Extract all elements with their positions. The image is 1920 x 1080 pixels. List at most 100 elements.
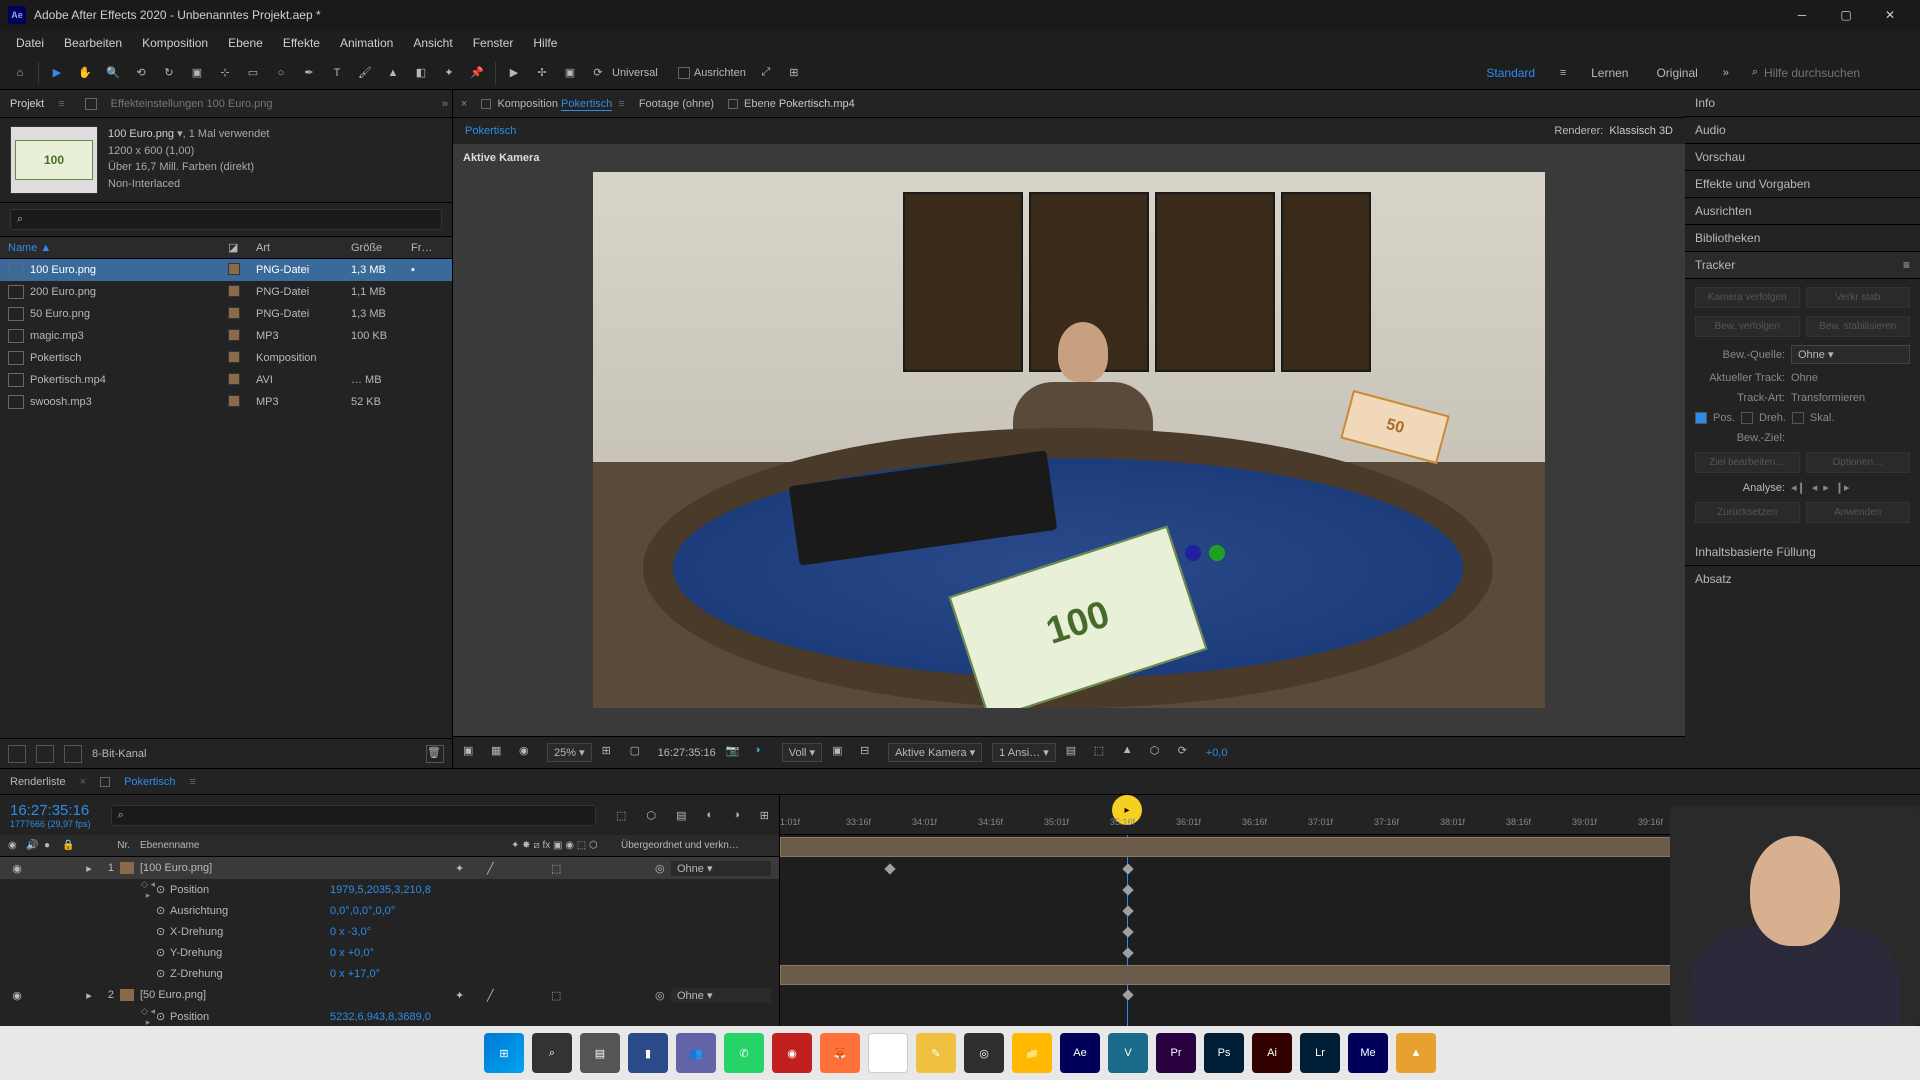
panel-absatz[interactable]: Absatz bbox=[1685, 566, 1920, 592]
rotation-checkbox[interactable] bbox=[1741, 412, 1753, 424]
menu-hilfe[interactable]: Hilfe bbox=[523, 32, 567, 54]
analyze-back1-icon[interactable]: ◂❙ bbox=[1791, 481, 1806, 494]
lightroom-icon[interactable]: Lr bbox=[1300, 1033, 1340, 1073]
col-type[interactable]: Art bbox=[256, 242, 351, 254]
layer-property[interactable]: ⊙Y-Drehung0 x +0,0° bbox=[0, 942, 779, 963]
project-item[interactable]: 100 Euro.pngPNG-Datei1,3 MB▪ bbox=[0, 259, 452, 281]
task-view-icon[interactable]: ▤ bbox=[580, 1033, 620, 1073]
pan-behind-tool[interactable]: ⊹ bbox=[212, 60, 238, 86]
comp-mini-flowchart-icon[interactable]: ⬚ bbox=[616, 809, 626, 822]
after-effects-icon[interactable]: Ae bbox=[1060, 1033, 1100, 1073]
panel-effekte[interactable]: Effekte und Vorgaben bbox=[1685, 171, 1920, 198]
layer-property[interactable]: ◇ ◂ ▸⊙Position5232,6,943,8,3689,0 bbox=[0, 1006, 779, 1027]
channel-icon[interactable]: ◑ bbox=[754, 744, 772, 762]
start-button[interactable]: ⊞ bbox=[484, 1033, 524, 1073]
reset-button[interactable]: Zurücksetzen bbox=[1695, 502, 1800, 523]
workspace-standard[interactable]: Standard bbox=[1472, 66, 1549, 80]
teams-icon[interactable]: 👥 bbox=[676, 1033, 716, 1073]
layer-property[interactable]: ◇ ◂ ▸⊙Position1979,5,2035,3,210,8 bbox=[0, 879, 779, 900]
menu-ansicht[interactable]: Ansicht bbox=[403, 32, 462, 54]
local-axis-button[interactable]: ▶ bbox=[501, 60, 527, 86]
menu-komposition[interactable]: Komposition bbox=[132, 32, 218, 54]
project-item[interactable]: PokertischKomposition bbox=[0, 347, 452, 369]
text-tool[interactable]: T bbox=[324, 60, 350, 86]
numviews-dropdown[interactable]: 1 Ansi… ▾ bbox=[992, 743, 1056, 762]
col-tag[interactable]: ◪ bbox=[228, 241, 256, 254]
apply-button[interactable]: Anwenden bbox=[1806, 502, 1911, 523]
edit-target-button[interactable]: Ziel bearbeiten… bbox=[1695, 452, 1800, 473]
track-motion-button[interactable]: Bew. verfolgen bbox=[1695, 316, 1800, 337]
timeline-icon[interactable]: ⊟ bbox=[860, 744, 878, 762]
premiere-icon[interactable]: Pr bbox=[1156, 1033, 1196, 1073]
menu-ebene[interactable]: Ebene bbox=[218, 32, 273, 54]
draft3d-toggle-icon[interactable]: ⬡ bbox=[646, 809, 656, 822]
illustrator-icon[interactable]: Ai bbox=[1252, 1033, 1292, 1073]
brush-tool[interactable]: 🖌 bbox=[352, 60, 378, 86]
resolution-dropdown[interactable]: Voll ▾ bbox=[782, 743, 822, 762]
project-search[interactable]: ⌕ bbox=[10, 209, 442, 230]
orbit-tool[interactable]: ⟲ bbox=[128, 60, 154, 86]
ellipse-tool[interactable]: ○ bbox=[268, 60, 294, 86]
col-name[interactable]: Name ▲ bbox=[8, 242, 228, 254]
workspace-original[interactable]: Original bbox=[1642, 66, 1711, 80]
menu-effekte[interactable]: Effekte bbox=[273, 32, 330, 54]
tab-renderliste[interactable]: Renderliste bbox=[10, 776, 66, 788]
view-axis-button[interactable]: ▣ bbox=[557, 60, 583, 86]
roi-icon[interactable]: ▢ bbox=[630, 744, 648, 762]
snap-opts-icon[interactable]: ⤢ bbox=[753, 60, 779, 86]
maximize-button[interactable]: ▢ bbox=[1824, 0, 1868, 30]
pixel-aspect-icon[interactable]: ▤ bbox=[1066, 744, 1084, 762]
snapshot-icon[interactable]: 📷 bbox=[726, 744, 744, 762]
rotate-tool[interactable]: ↻ bbox=[156, 60, 182, 86]
panel-overflow-icon[interactable]: » bbox=[442, 98, 448, 110]
3d-icon[interactable]: ⬚ bbox=[1094, 744, 1112, 762]
menu-datei[interactable]: Datei bbox=[6, 32, 54, 54]
eraser-tool[interactable]: ◧ bbox=[408, 60, 434, 86]
options-button[interactable]: Optionen… bbox=[1806, 452, 1911, 473]
panel-bibliotheken[interactable]: Bibliotheken bbox=[1685, 225, 1920, 252]
graph-editor-icon[interactable]: ⊞ bbox=[760, 809, 769, 822]
renderer-dropdown[interactable]: Klassisch 3D bbox=[1609, 125, 1673, 137]
view-dropdown[interactable]: Aktive Kamera ▾ bbox=[888, 743, 982, 762]
taskbar-search-icon[interactable]: ⌕ bbox=[532, 1033, 572, 1073]
firefox-icon[interactable]: 🦊 bbox=[820, 1033, 860, 1073]
tab-komposition[interactable]: Komposition Pokertisch≡ bbox=[481, 98, 624, 110]
minimize-button[interactable]: ─ bbox=[1780, 0, 1824, 30]
new-comp-button[interactable] bbox=[64, 745, 82, 763]
rect-tool[interactable]: ▭ bbox=[240, 60, 266, 86]
analyze-fwd1-icon[interactable]: ❙▸ bbox=[1835, 481, 1850, 494]
col-size[interactable]: Größe bbox=[351, 242, 411, 254]
pen-tool[interactable]: ✒ bbox=[296, 60, 322, 86]
shy-toggle-icon[interactable]: ▤ bbox=[676, 809, 686, 822]
exposure-reset-icon[interactable]: ⟳ bbox=[1178, 744, 1196, 762]
workspace-menu-icon[interactable]: ≡ bbox=[1550, 60, 1576, 86]
tab-ebene[interactable]: Ebene Pokertisch.mp4 bbox=[728, 98, 855, 110]
resolution-icon[interactable]: ⊞ bbox=[602, 744, 620, 762]
world-axis-button[interactable]: ✢ bbox=[529, 60, 555, 86]
draft3d-icon[interactable]: ▲ bbox=[1122, 744, 1140, 762]
analyze-back-icon[interactable]: ◂ bbox=[1812, 481, 1818, 494]
project-item[interactable]: magic.mp3MP3100 KB bbox=[0, 325, 452, 347]
panel-info[interactable]: Info bbox=[1685, 90, 1920, 117]
delete-button[interactable]: 🗑 bbox=[426, 745, 444, 763]
zoom-dropdown[interactable]: 25% ▾ bbox=[547, 743, 592, 762]
menu-bearbeiten[interactable]: Bearbeiten bbox=[54, 32, 132, 54]
workspace-lernen[interactable]: Lernen bbox=[1577, 66, 1642, 80]
scale-checkbox[interactable] bbox=[1792, 412, 1804, 424]
warp-stabilize-button[interactable]: Verkr stab bbox=[1806, 287, 1911, 308]
panel-ausrichten[interactable]: Ausrichten bbox=[1685, 198, 1920, 225]
tab-projekt[interactable]: Projekt bbox=[4, 94, 50, 114]
tab-footage[interactable]: Footage (ohne) bbox=[639, 98, 714, 110]
panel-vorschau[interactable]: Vorschau bbox=[1685, 144, 1920, 171]
stabilize-motion-button[interactable]: Bew. stabilisieren bbox=[1806, 316, 1911, 337]
camera-tool[interactable]: ▣ bbox=[184, 60, 210, 86]
close-tab-icon[interactable]: × bbox=[461, 98, 467, 110]
position-checkbox[interactable] bbox=[1695, 412, 1707, 424]
hand-tool[interactable]: ✋ bbox=[72, 60, 98, 86]
analyze-fwd-icon[interactable]: ▸ bbox=[1823, 481, 1829, 494]
motion-source-dropdown[interactable]: Ohne ▾ bbox=[1791, 345, 1910, 364]
composition-viewer[interactable]: Aktive Kamera 50 100 bbox=[453, 144, 1685, 736]
vegas-icon[interactable]: V bbox=[1108, 1033, 1148, 1073]
help-search[interactable]: ⌕ bbox=[1752, 66, 1914, 80]
motion-blur-icon[interactable]: ◑ bbox=[733, 809, 740, 821]
